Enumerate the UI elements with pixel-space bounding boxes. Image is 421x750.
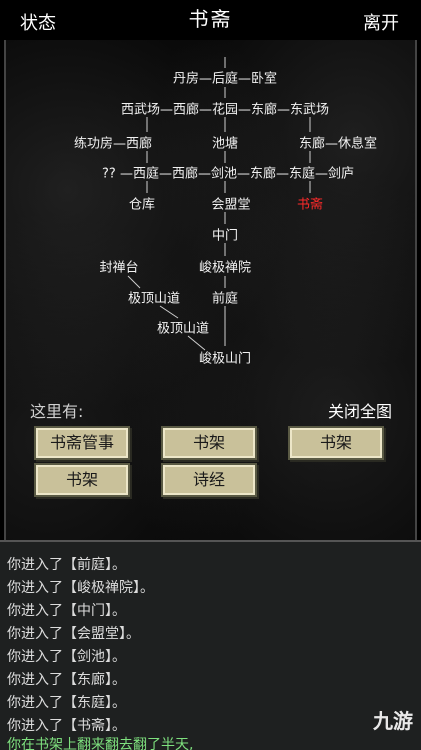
connector (159, 305, 179, 319)
connector (127, 275, 141, 289)
message-log[interactable]: 你进入了【前庭】。 你进入了【峻极禅院】。 你进入了【中门】。 你进入了【会盟堂… (0, 540, 421, 750)
map-node-qianting: 前庭 (211, 291, 239, 307)
watermark-logo: 九游 (373, 709, 413, 733)
close-map-button[interactable]: 关闭全图 (328, 398, 392, 422)
map-node-xiuxi: 东廊—休息室 (298, 136, 378, 152)
map-node-cangku: 仓库 (128, 197, 156, 213)
log-line: 你进入了【东庭】。 (7, 695, 126, 711)
map-node-zhongmen: 中门 (211, 228, 239, 244)
map-node-lianggong: 练功房—西廊 (73, 136, 153, 152)
object-button-steward[interactable]: 书斋管事 (34, 426, 130, 460)
map-node-fengchan: 封禅台 (99, 260, 139, 276)
map-node-jiding2: 极顶山道 (156, 321, 210, 337)
map-node-chitang: 池塘 (211, 136, 239, 152)
log-line-latest: 你在书架上翻来翻去翻了半天, (7, 737, 194, 750)
log-line: 你进入了【书斋】。 (7, 718, 126, 734)
map-node-huimeng: 会盟堂 (211, 197, 251, 213)
log-line: 你进入了【会盟堂】。 (7, 626, 140, 642)
object-button-bookshelf[interactable]: 书架 (161, 426, 257, 460)
map-node-danfang: 丹房—后庭—卧室 (172, 71, 278, 87)
log-line: 你进入了【东廊】。 (7, 672, 126, 688)
log-line: 你进入了【剑池】。 (7, 649, 126, 665)
object-button-bookshelf[interactable]: 书架 (288, 426, 384, 460)
log-line: 你进入了【峻极禅院】。 (7, 580, 154, 596)
map-node-jiding1: 极顶山道 (127, 291, 181, 307)
log-line: 你进入了【前庭】。 (7, 557, 126, 573)
object-button-bookshelf[interactable]: 书架 (34, 463, 130, 497)
map-node-row2: 西武场—西廊—花园—东廊—东武场 (120, 102, 330, 118)
log-line: 你进入了【中门】。 (7, 603, 126, 619)
here-label: 这里有: (30, 402, 84, 421)
map-node-shanmen: 峻极山门 (198, 351, 252, 367)
map-node-current: 书斋 (296, 197, 324, 213)
map-node-junji: 峻极禅院 (198, 260, 252, 276)
area-map: 丹房—后庭—卧室 西武场—西廊—花园—东廊—东武场 练功房—西廊 池塘 东廊—休… (0, 0, 421, 400)
object-button-poetry-book[interactable]: 诗经 (161, 463, 257, 497)
map-node-row4: ?? —西庭—西廊—剑池—东廊—东庭—剑庐 (102, 166, 354, 182)
